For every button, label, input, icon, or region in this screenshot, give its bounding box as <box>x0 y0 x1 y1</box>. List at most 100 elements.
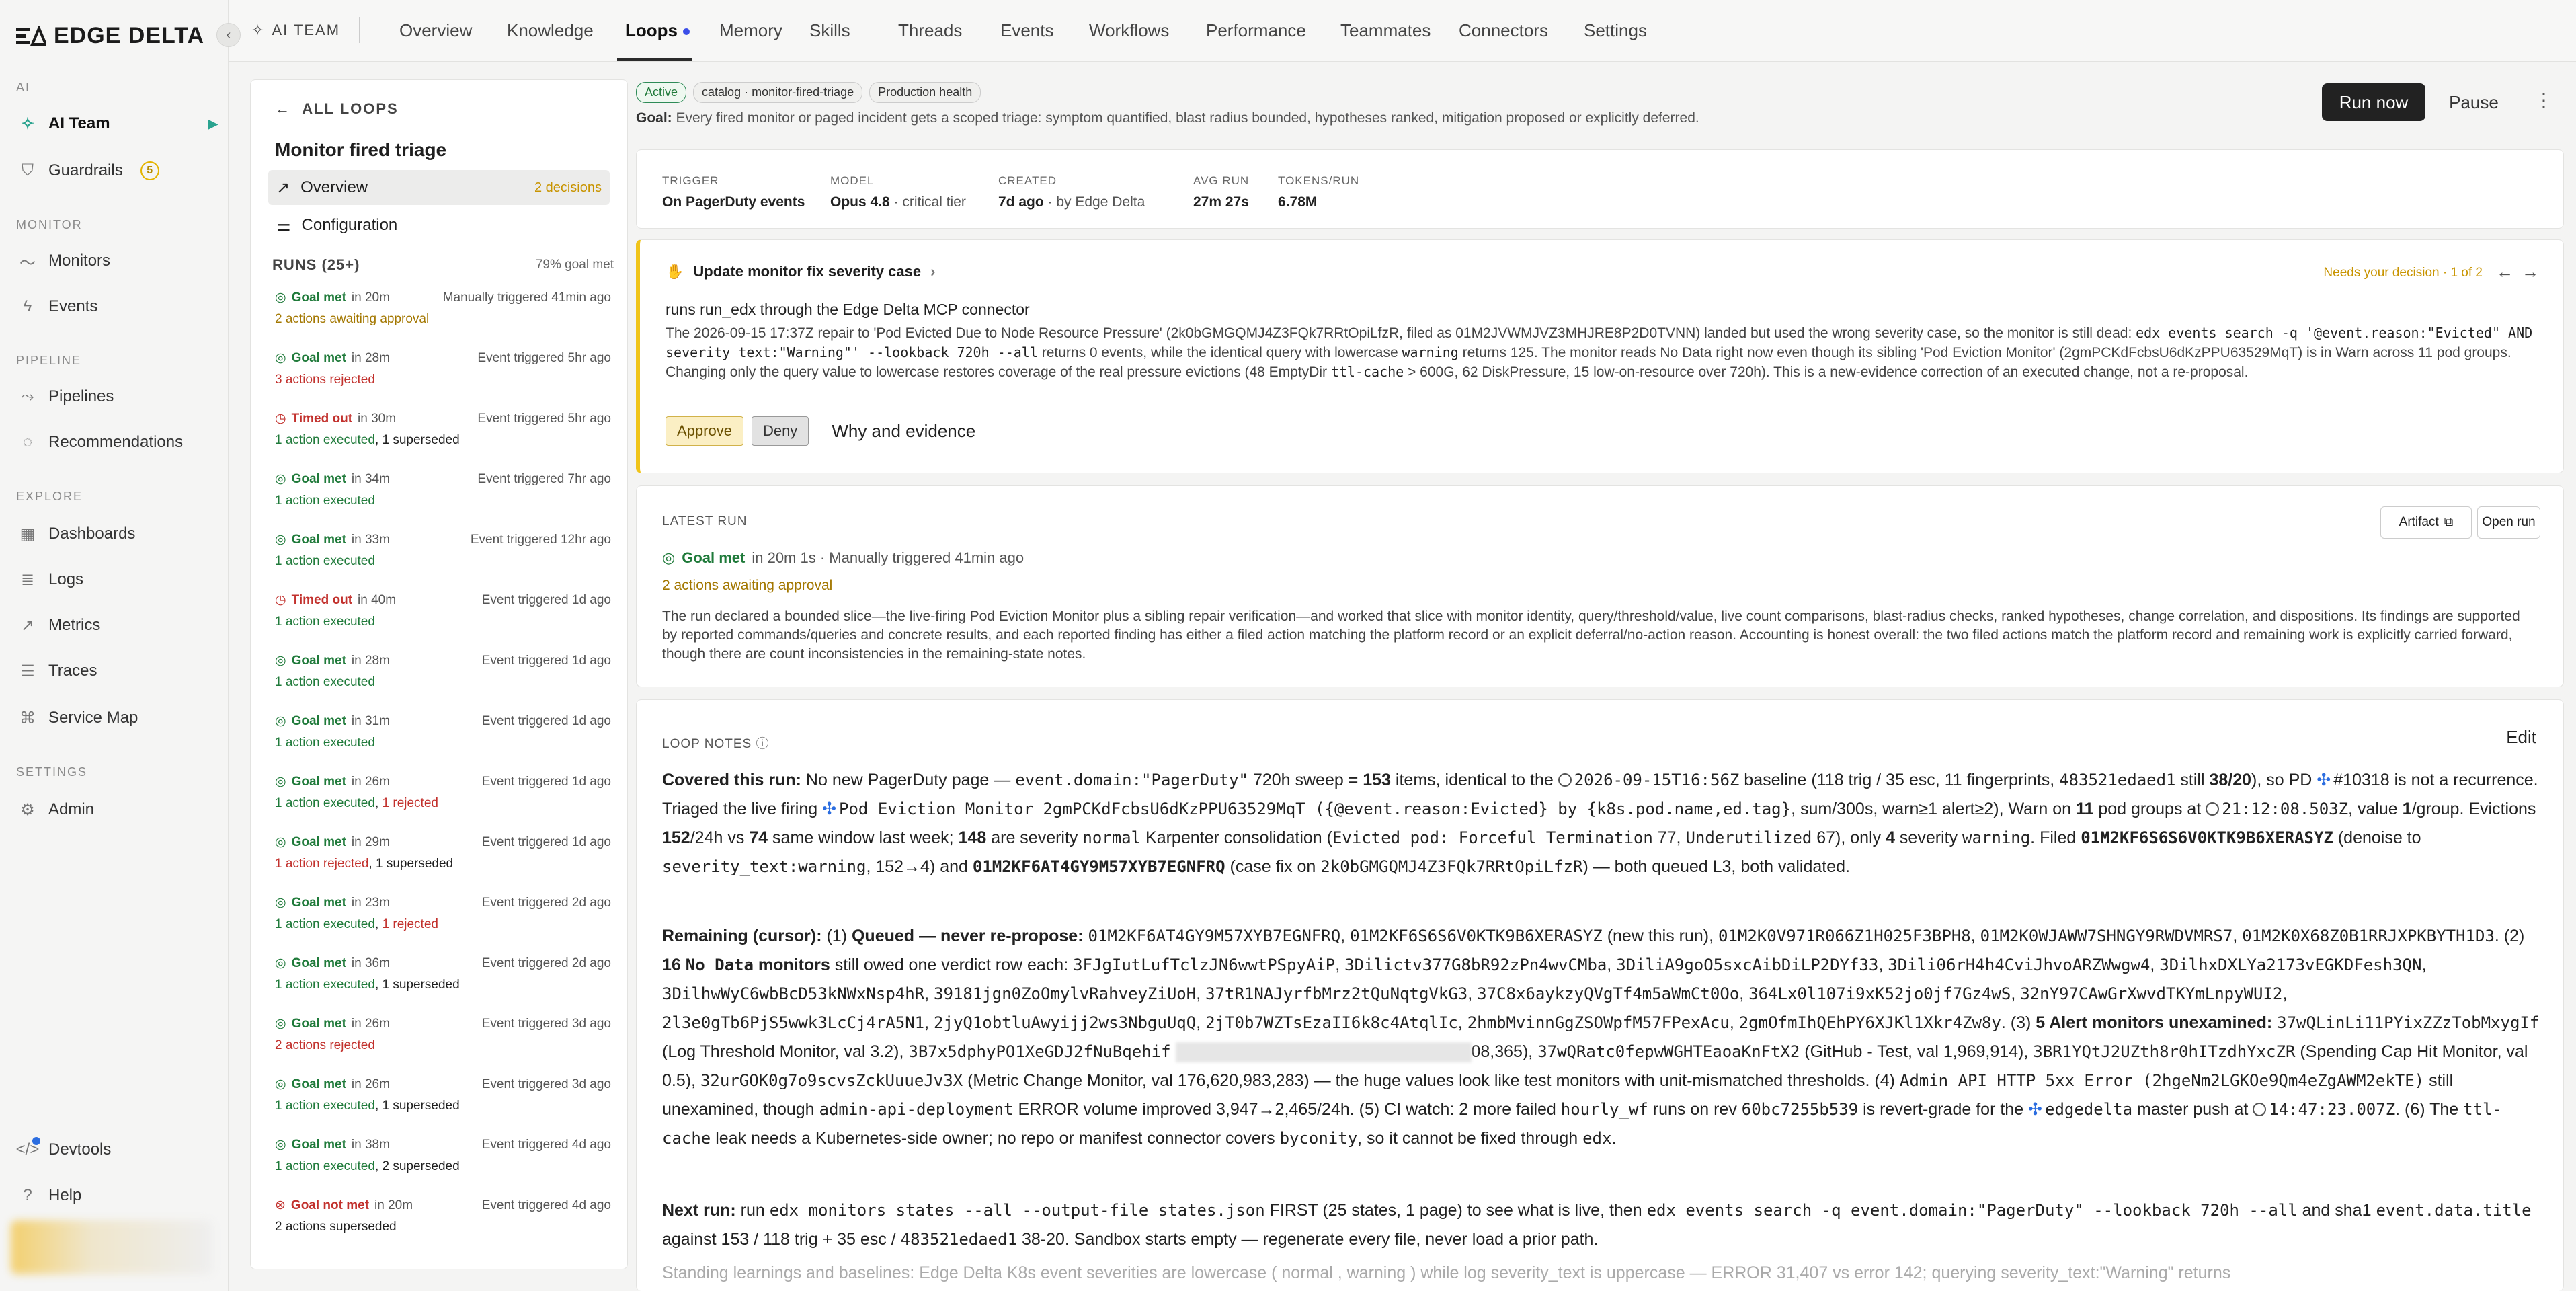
note-text: 152 <box>662 828 690 847</box>
run-row[interactable]: ◎ Goal met in 34m Event triggered 7hr ago 1 … <box>275 471 611 532</box>
run-row[interactable]: ◎ Goal met in 23m Event triggered 2d ago 1 a… <box>275 895 611 955</box>
run-row[interactable]: ◎ Goal met in 33m Event triggered 12hr ago 1… <box>275 532 611 592</box>
nav-item-ai-team[interactable]: ✧ AI Team ▶ <box>16 105 218 143</box>
code-snippet: 3Dilictv377G8bR92zPn4wvCMba <box>1344 955 1607 974</box>
run-row[interactable]: ◎ Goal met in 31m Event triggered 1d ago 1 a… <box>275 713 611 774</box>
tab-performance[interactable]: Performance <box>1206 20 1306 41</box>
tab-connectors[interactable]: Connectors <box>1459 20 1548 41</box>
action-summary: , <box>374 1159 383 1173</box>
entity-icon: ✣ <box>2028 1100 2042 1119</box>
nav-item-admin[interactable]: ⚙ Admin <box>16 791 218 828</box>
run-row[interactable]: ◎ Goal met in 29m Event triggered 1d ago 1 a… <box>275 834 611 895</box>
note-text: (new this run), <box>1602 927 1719 945</box>
tab-threads[interactable]: Threads <box>898 20 962 41</box>
run-row[interactable]: ◎ Goal met in 26m Event triggered 1d ago 1 a… <box>275 774 611 834</box>
run-row[interactable]: ◎ Goal met in 36m Event triggered 2d ago 1 a… <box>275 955 611 1016</box>
run-row[interactable]: ◎ Goal met in 26m Event triggered 3d ago 2 a… <box>275 1016 611 1077</box>
tab-knowledge[interactable]: Knowledge <box>507 20 594 41</box>
clock-icon <box>2206 802 2220 816</box>
tab-label: Loops <box>625 20 678 40</box>
nav-item-help[interactable]: ? Help <box>16 1177 218 1214</box>
nav-item-dashboards[interactable]: ▦ Dashboards <box>16 515 218 553</box>
run-trigger: Event triggered 1d ago <box>481 774 611 789</box>
tab-workflows[interactable]: Workflows <box>1089 20 1169 41</box>
more-options-icon[interactable]: ⋮ <box>2534 89 2553 111</box>
open-run-button[interactable]: Open run <box>2477 506 2540 539</box>
loop-nav-overview[interactable]: ↗ Overview 2 decisions <box>268 170 610 205</box>
run-row[interactable]: ⊗ Goal not met in 20m Event triggered 4d ag… <box>275 1198 611 1258</box>
note-text: . Filed <box>2030 828 2081 847</box>
redacted-text <box>1175 1042 1472 1063</box>
all-loops-link[interactable]: ← ALL LOOPS <box>275 100 399 118</box>
note-text: FIRST (25 states, 1 page) to see what is… <box>1264 1201 1647 1220</box>
run-duration: in 33m <box>351 532 390 547</box>
goal-text: Every fired monitor or paged incident ge… <box>676 110 1699 126</box>
action-summary: 1 action executed <box>275 615 375 629</box>
nav-item-service-map[interactable]: ⌘ Service Map <box>16 699 218 737</box>
note-text: , <box>2282 984 2288 1003</box>
run-row[interactable]: ◎ Goal met in 28m Event triggered 1d ago 1 a… <box>275 653 611 713</box>
prev-decision-icon[interactable]: ← <box>2496 262 2513 282</box>
run-row[interactable]: ◷ Timed out in 40m Event triggered 1d ago 1 … <box>275 592 611 653</box>
run-row[interactable]: ◎ Goal met in 28m Event triggered 5hr ago 3 … <box>275 350 611 411</box>
deny-button[interactable]: Deny <box>751 416 809 446</box>
brand-logo[interactable]: EDGE DELTA <box>16 23 204 49</box>
unread-dot <box>683 28 690 36</box>
pause-button[interactable]: Pause <box>2447 83 2501 121</box>
run-trigger: Manually triggered 41min ago <box>442 290 611 305</box>
code-snippet: 21:12:08.503Z <box>2222 799 2349 818</box>
run-status: Goal met <box>291 713 346 728</box>
nav-item-devtools[interactable]: </> Devtools <box>16 1131 218 1169</box>
run-actions: 1 action executed, 1 rejected <box>275 917 611 932</box>
run-row[interactable]: ◎ Goal met in 26m Event triggered 3d ago 1 a… <box>275 1077 611 1137</box>
note-text: 77, <box>1652 828 1686 847</box>
clock-icon <box>1558 773 1572 787</box>
run-duration: in 20m <box>351 290 390 305</box>
run-row[interactable]: ◎ Goal met in 38m Event triggered 4d ago 1 a… <box>275 1137 611 1198</box>
decisions-count: 2 decisions <box>534 180 602 195</box>
nav-item-pipelines[interactable]: ⤳ Pipelines <box>16 378 218 416</box>
nav-item-logs[interactable]: ≣ Logs <box>16 561 218 598</box>
nav-item-monitors[interactable]: 〜 Monitors <box>16 242 218 280</box>
tab-memory[interactable]: Memory <box>719 20 782 41</box>
nav-item-recommendations[interactable]: ◌ Recommendations <box>16 424 218 461</box>
nav-section-monitor: MONITOR <box>16 218 83 231</box>
note-text: severity <box>1894 828 1963 847</box>
run-trigger: Event triggered 5hr ago <box>477 411 611 426</box>
approve-button[interactable]: Approve <box>666 416 743 446</box>
tab-skills[interactable]: Skills <box>809 20 850 41</box>
code-snippet: 32nY97CAwGrXwvdTKYmLnpyWUI2 <box>2020 984 2283 1003</box>
run-trigger: Event triggered 3d ago <box>481 1016 611 1031</box>
tab-events[interactable]: Events <box>1000 20 1054 41</box>
nav-item-guardrails[interactable]: ⛉ Guardrails 5 <box>16 152 218 190</box>
tab-overview[interactable]: Overview <box>399 20 472 41</box>
user-profile-blurred[interactable] <box>11 1220 212 1274</box>
chevron-left-icon: ‹ <box>226 27 231 42</box>
run-now-button[interactable]: Run now <box>2322 83 2425 121</box>
run-actions: 1 action rejected, 1 superseded <box>275 857 611 871</box>
nav-section-explore: EXPLORE <box>16 490 83 503</box>
arrow-left-icon: ← <box>275 100 291 117</box>
artifact-button[interactable]: Artifact ⧉ <box>2380 506 2472 539</box>
trend-icon: ↗ <box>276 178 290 197</box>
run-row[interactable]: ◎ Goal met in 20m Manually triggered 41min … <box>275 290 611 350</box>
tab-teammates[interactable]: Teammates <box>1340 20 1431 41</box>
breadcrumb[interactable]: ✧ AI TEAM <box>251 22 340 39</box>
tab-loops[interactable]: Loops <box>625 20 690 41</box>
action-summary: 1 action executed <box>275 978 375 992</box>
decision-title[interactable]: ✋ Update monitor fix severity case › <box>666 263 935 280</box>
nav-item-events[interactable]: ϟ Events <box>16 288 218 325</box>
note-text: , <box>1340 927 1351 945</box>
edit-notes-button[interactable]: Edit <box>2506 727 2536 748</box>
next-decision-icon[interactable]: → <box>2522 262 2539 282</box>
tab-settings[interactable]: Settings <box>1584 20 1647 41</box>
note-text: leak needs a Kubernetes-side owner; no r… <box>711 1129 1280 1148</box>
nav-item-traces[interactable]: ☰ Traces <box>16 652 218 690</box>
collapse-sidebar-button[interactable]: ‹ <box>216 23 241 47</box>
why-and-evidence-link[interactable]: Why and evidence <box>832 421 975 442</box>
meta-value: Opus 4.8 · critical tier <box>830 194 966 210</box>
run-row[interactable]: ◷ Timed out in 30m Event triggered 5hr ago 1… <box>275 411 611 471</box>
code-snippet: edgedelta <box>2045 1100 2133 1119</box>
nav-item-metrics[interactable]: ↗ Metrics <box>16 607 218 644</box>
loop-nav-configuration[interactable]: ⚌ Configuration <box>268 208 610 243</box>
